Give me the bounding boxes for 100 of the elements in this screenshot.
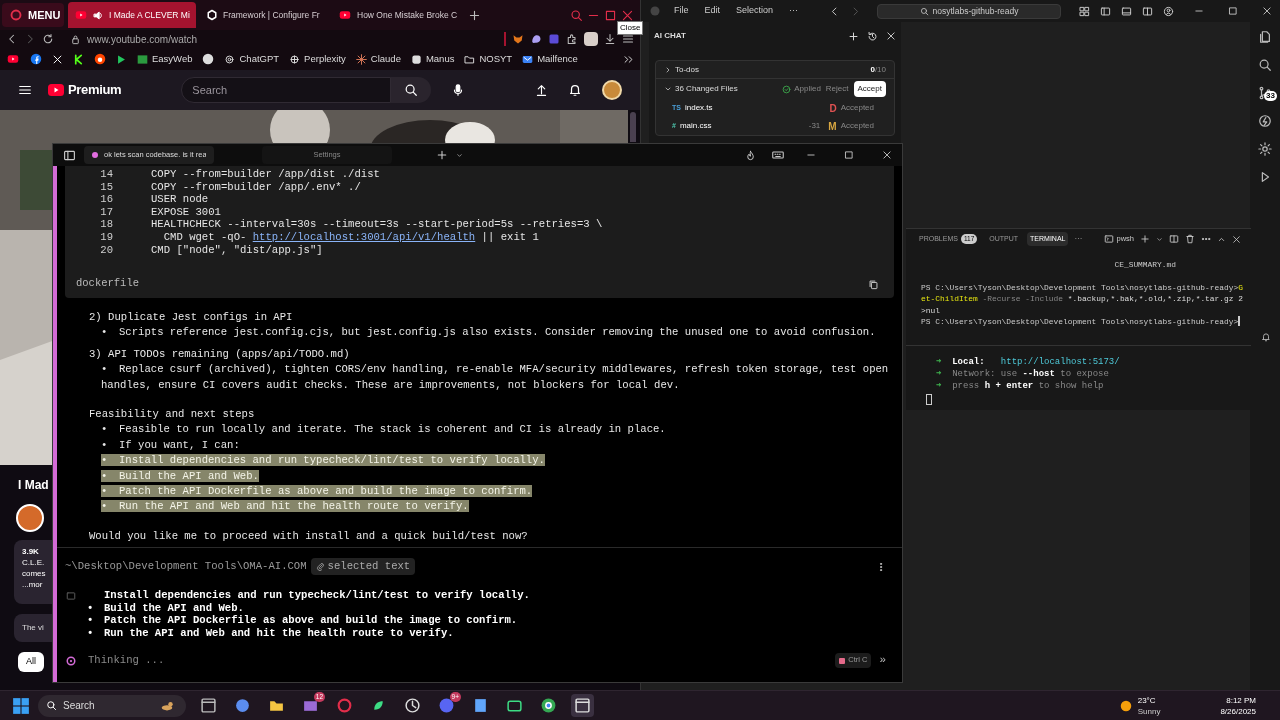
reject-button[interactable]: Reject — [823, 83, 851, 95]
bell-icon[interactable] — [568, 83, 582, 97]
f-circle-icon[interactable] — [30, 53, 42, 65]
terminal-text: to show help — [1037, 380, 1104, 392]
upload-icon[interactable] — [535, 83, 548, 97]
panel-icon[interactable] — [1121, 5, 1132, 17]
plus-icon[interactable] — [848, 30, 859, 42]
chevron-down-icon[interactable] — [456, 151, 463, 159]
profile-avatar[interactable] — [584, 32, 598, 46]
close-icon[interactable] — [1262, 6, 1272, 16]
browser-tab[interactable]: I Made A CLEVER Mi — [68, 2, 196, 28]
menu-item[interactable]: Selection — [733, 4, 777, 18]
k-icon[interactable] — [73, 53, 84, 65]
puzzle-icon[interactable] — [566, 33, 578, 45]
files-icon[interactable] — [1258, 30, 1272, 44]
lightning-icon[interactable] — [1258, 114, 1272, 128]
bookmark-link[interactable]: Mailfence — [522, 51, 578, 67]
close-icon[interactable] — [886, 31, 896, 41]
menu-item[interactable]: File — [671, 4, 692, 18]
search-icon[interactable] — [1258, 58, 1272, 72]
windows-logo-icon[interactable] — [12, 696, 30, 715]
menu-icon[interactable] — [18, 83, 32, 97]
bookmark-link[interactable]: NOSYT — [464, 51, 513, 67]
browser-tab[interactable]: Framework | Configure Fr — [200, 2, 328, 28]
maximize-icon[interactable] — [604, 8, 617, 22]
menu-icon[interactable] — [622, 33, 634, 45]
menu-item[interactable]: Edit — [701, 4, 724, 18]
bookmark-link[interactable]: Perplexity — [289, 51, 346, 67]
address-bar[interactable]: www.youtube.com/watch — [87, 31, 198, 47]
sidebar-icon[interactable] — [1100, 5, 1111, 17]
clock[interactable]: 8:12 PM 8/26/2025 — [1220, 694, 1256, 717]
more-button[interactable]: ··· — [1074, 233, 1083, 245]
bookmark-link[interactable]: Manus — [410, 51, 455, 67]
avatar[interactable] — [602, 80, 622, 100]
maximize-icon[interactable] — [844, 150, 854, 160]
search-field[interactable]: Search — [181, 77, 392, 103]
scrollbar[interactable] — [630, 112, 636, 142]
context-chip[interactable]: selected text — [310, 558, 416, 576]
close-icon[interactable] — [621, 8, 634, 22]
bookmark-link[interactable]: Claude — [355, 51, 401, 67]
download-icon[interactable] — [604, 33, 616, 45]
account-icon[interactable] — [1163, 5, 1174, 17]
fox-icon[interactable] — [512, 33, 524, 45]
layout-icon[interactable] — [1079, 5, 1090, 17]
square-icon — [137, 53, 148, 65]
chevron-down-icon[interactable] — [1156, 235, 1163, 243]
circle-icon[interactable] — [202, 53, 215, 65]
triangle-icon[interactable] — [116, 53, 127, 65]
search-text: Search — [63, 699, 95, 713]
channel-avatar[interactable] — [16, 504, 44, 532]
ring-icon[interactable] — [336, 697, 353, 714]
search-icon[interactable] — [570, 8, 583, 22]
close-icon[interactable] — [882, 150, 892, 160]
split-icon[interactable] — [1169, 234, 1179, 244]
taskbar-search[interactable]: Search — [38, 694, 186, 717]
description-box[interactable]: 3.9K C.L.E. comes ...mor — [14, 540, 54, 604]
bookmark-link[interactable]: ChatGPT — [224, 51, 280, 67]
youtube-logo[interactable]: Premium — [46, 80, 122, 100]
trash-icon[interactable] — [1185, 234, 1195, 244]
gear-icon[interactable] — [1258, 142, 1272, 156]
tooltip: Close — [617, 21, 644, 35]
sidebar-icon[interactable] — [63, 148, 76, 162]
square-icon[interactable] — [548, 33, 560, 45]
accept-button[interactable]: Accept — [853, 81, 886, 97]
folder-icon — [464, 53, 476, 65]
browser-tab[interactable]: How One Mistake Broke C — [332, 2, 460, 28]
plus-icon[interactable] — [1140, 234, 1150, 244]
search-button[interactable] — [391, 77, 432, 103]
play-icon — [338, 9, 352, 21]
menu-button[interactable]: MENU — [2, 3, 64, 27]
bookmark-link[interactable]: EasyWeb — [137, 51, 193, 67]
keyboard-icon[interactable] — [772, 149, 784, 161]
new-tab-icon[interactable] — [468, 8, 481, 22]
todo-count: 0/10 — [870, 63, 886, 76]
reload-icon[interactable] — [42, 33, 54, 45]
video-title: I Mad — [18, 477, 50, 494]
weather-widget[interactable]: 23°C Sunny — [1118, 694, 1161, 717]
clock-icon[interactable] — [404, 697, 421, 714]
close-icon[interactable] — [1232, 234, 1241, 244]
search-icon — [404, 83, 419, 97]
command-center[interactable]: nosytlabs-github-ready — [877, 3, 1061, 19]
browser-icon[interactable] — [540, 697, 557, 714]
split-icon[interactable] — [1142, 5, 1153, 17]
todos-row[interactable]: To-dos 0/10 — [656, 61, 894, 79]
flame-icon[interactable] — [745, 149, 756, 161]
maximize-icon[interactable] — [1228, 6, 1238, 16]
copy-icon[interactable] — [868, 278, 879, 290]
filter-chip[interactable]: All — [18, 652, 44, 672]
play-icon[interactable] — [6, 53, 20, 65]
expand-button[interactable]: » — [879, 654, 886, 667]
changes-row[interactable]: 36 Changed Files Applied Reject Accept — [656, 79, 894, 99]
lock-icon — [70, 33, 81, 45]
bell-icon[interactable] — [1261, 332, 1271, 342]
chevrons-icon[interactable] — [623, 53, 634, 65]
plus-icon[interactable] — [436, 149, 448, 161]
window-icon[interactable] — [200, 697, 217, 714]
menu-item[interactable]: ··· — [786, 4, 802, 18]
stop-icon — [839, 657, 846, 664]
x-icon[interactable] — [52, 53, 63, 65]
history-icon[interactable] — [867, 30, 878, 42]
